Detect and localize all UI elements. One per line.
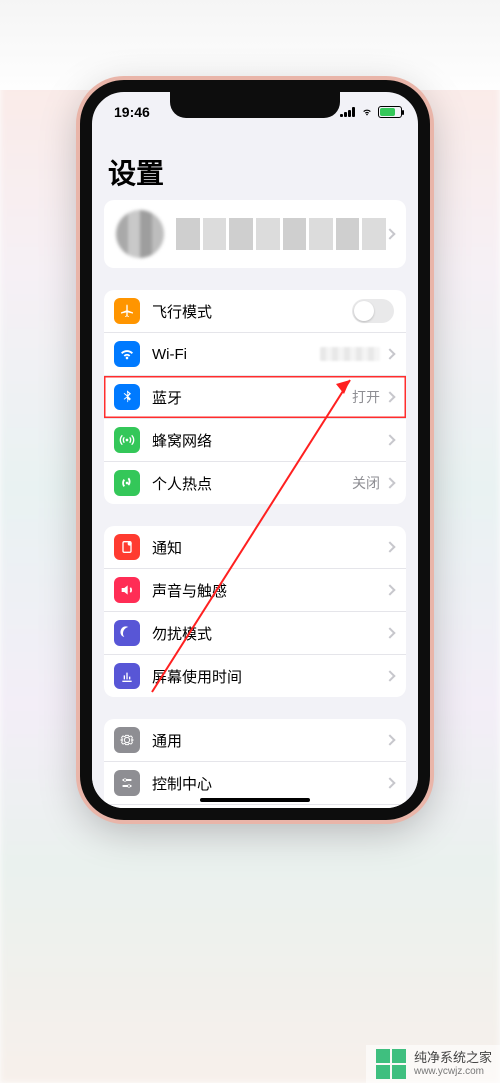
- toggle[interactable]: [352, 299, 394, 323]
- row-label: 通知: [152, 537, 386, 558]
- chevron-right-icon: [384, 348, 395, 359]
- row-label: 屏幕使用时间: [152, 666, 386, 687]
- controlcenter-icon: [114, 770, 140, 796]
- dnd-icon: [114, 620, 140, 646]
- row-label: 个人热点: [152, 473, 352, 494]
- row-label: 声音与触感: [152, 580, 386, 601]
- bluetooth-icon: [114, 384, 140, 410]
- row-value: 打开: [352, 387, 380, 407]
- notifications-icon: [114, 534, 140, 560]
- settings-group: 通用控制中心AA显示与亮度辅助功能: [104, 719, 406, 808]
- chevron-right-icon: [384, 734, 395, 745]
- settings-row[interactable]: 飞行模式: [104, 290, 406, 333]
- status-right: [340, 106, 402, 118]
- chevron-right-icon: [384, 391, 395, 402]
- watermark-logo: [376, 1049, 406, 1079]
- cellular-icon: [114, 427, 140, 453]
- general-icon: [114, 727, 140, 753]
- row-label: 勿扰模式: [152, 623, 386, 644]
- chevron-right-icon: [384, 584, 395, 595]
- screentime-icon: [114, 663, 140, 689]
- wifi-icon: [114, 341, 140, 367]
- settings-row[interactable]: 勿扰模式: [104, 612, 406, 655]
- chevron-right-icon: [384, 627, 395, 638]
- background-top: [0, 0, 500, 90]
- watermark-url: www.ycwjz.com: [414, 1066, 492, 1078]
- settings-row[interactable]: 通知: [104, 526, 406, 569]
- chevron-right-icon: [384, 228, 395, 239]
- settings-row[interactable]: 声音与触感: [104, 569, 406, 612]
- row-label: 蓝牙: [152, 387, 352, 408]
- status-time: 19:46: [114, 104, 150, 120]
- settings-group: 飞行模式 Wi-Fi 蓝牙打开蜂窝网络个人热点关闭: [104, 290, 406, 504]
- row-value: 关闭: [352, 473, 380, 493]
- wifi-status-icon: [360, 107, 374, 117]
- chevron-right-icon: [384, 434, 395, 445]
- chevron-right-icon: [384, 777, 395, 788]
- page-title: 设置: [92, 132, 418, 200]
- signal-icon: [340, 107, 356, 117]
- row-label: 控制中心: [152, 773, 386, 794]
- settings-row[interactable]: 蜂窝网络: [104, 419, 406, 462]
- settings-row[interactable]: 通用: [104, 719, 406, 762]
- settings-row[interactable]: 屏幕使用时间: [104, 655, 406, 697]
- phone-frame: 19:46 设置 飞行模式 Wi-Fi 蓝牙打开蜂窝网络个人热点关闭通知声音与触感勿…: [80, 80, 430, 820]
- row-label: 蜂窝网络: [152, 430, 386, 451]
- chevron-right-icon: [384, 541, 395, 552]
- row-label: 飞行模式: [152, 301, 352, 322]
- notch: [170, 92, 340, 118]
- settings-row[interactable]: 蓝牙打开: [104, 376, 406, 419]
- settings-row[interactable]: AA显示与亮度: [104, 805, 406, 808]
- home-indicator: [200, 798, 310, 802]
- watermark: 纯净系统之家 www.ycwjz.com: [366, 1045, 500, 1083]
- sounds-icon: [114, 577, 140, 603]
- settings-screen: 设置 飞行模式 Wi-Fi 蓝牙打开蜂窝网络个人热点关闭通知声音与触感勿扰模式屏幕使…: [92, 132, 418, 808]
- settings-row[interactable]: 个人热点关闭: [104, 462, 406, 504]
- profile-name-blurred: [176, 218, 386, 250]
- settings-row[interactable]: Wi-Fi: [104, 333, 406, 376]
- settings-group: 通知声音与触感勿扰模式屏幕使用时间: [104, 526, 406, 697]
- hotspot-icon: [114, 470, 140, 496]
- airplane-icon: [114, 298, 140, 324]
- battery-icon: [378, 106, 402, 118]
- profile-row[interactable]: [104, 200, 406, 268]
- avatar: [116, 210, 164, 258]
- chevron-right-icon: [384, 477, 395, 488]
- row-label: 通用: [152, 730, 386, 751]
- row-value-blurred: [320, 347, 380, 361]
- row-label: Wi-Fi: [152, 346, 320, 363]
- chevron-right-icon: [384, 670, 395, 681]
- watermark-name: 纯净系统之家: [414, 1050, 492, 1066]
